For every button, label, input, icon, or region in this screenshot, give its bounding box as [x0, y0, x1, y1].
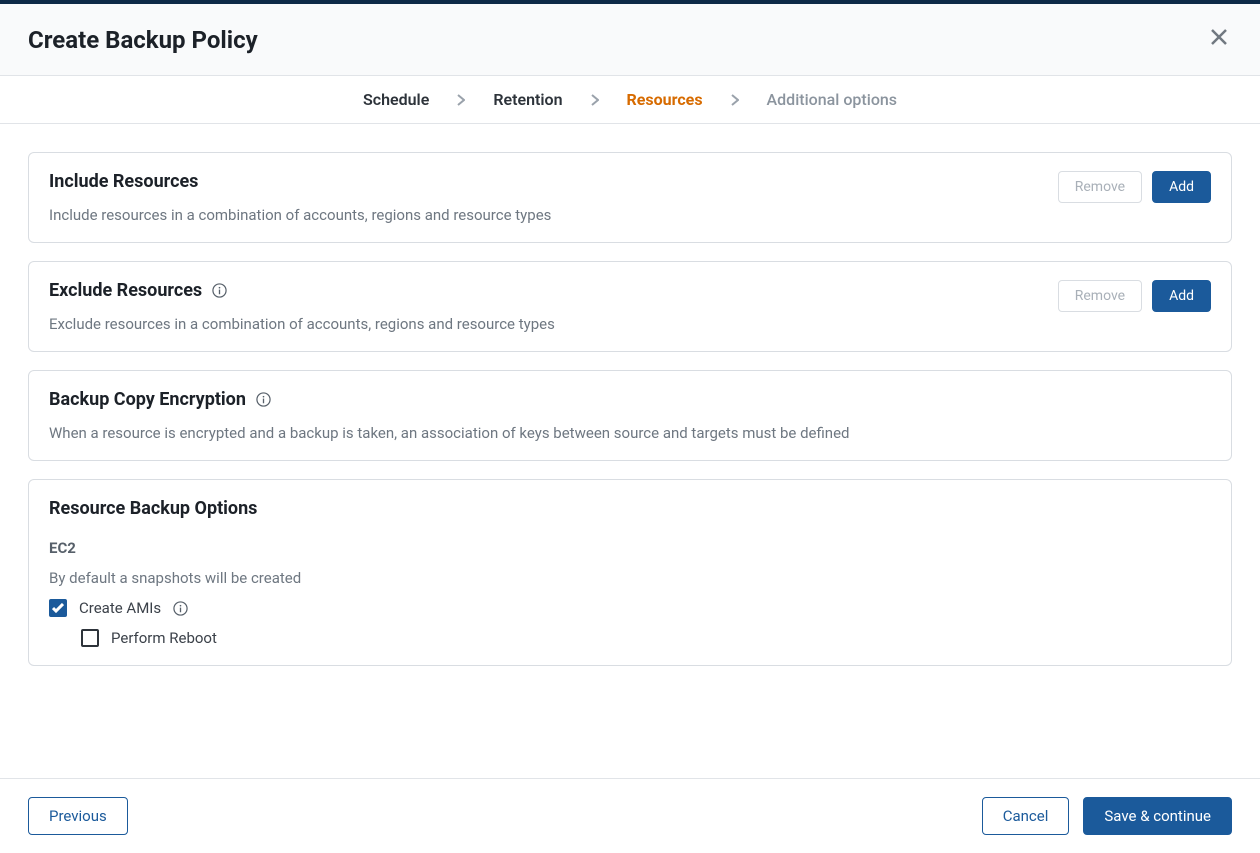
exclude-resources-subtitle: Exclude resources in a combination of ac… [49, 315, 555, 333]
include-resources-title: Include Resources [49, 171, 198, 192]
page-header: Create Backup Policy [0, 4, 1260, 76]
exclude-add-button[interactable]: Add [1152, 280, 1211, 312]
breadcrumb: Schedule Retention Resources Additional … [0, 76, 1260, 124]
chevron-right-icon [731, 94, 739, 106]
include-resources-subtitle: Include resources in a combination of ac… [49, 206, 551, 224]
perform-reboot-checkbox[interactable] [81, 629, 99, 647]
create-amis-label: Create AMIs [79, 599, 161, 617]
include-remove-button[interactable]: Remove [1058, 171, 1142, 203]
footer: Previous Cancel Save & continue [0, 778, 1260, 853]
page-title: Create Backup Policy [28, 26, 258, 54]
content-area: Include Resources Include resources in a… [0, 124, 1260, 666]
exclude-remove-button[interactable]: Remove [1058, 280, 1142, 312]
chevron-right-icon [591, 94, 599, 106]
breadcrumb-resources[interactable]: Resources [627, 90, 703, 109]
ec2-subtitle: By default a snapshots will be created [49, 569, 1211, 587]
close-icon[interactable] [1206, 24, 1232, 55]
encryption-card: Backup Copy Encryption When a resource i… [28, 370, 1232, 461]
create-amis-checkbox[interactable] [49, 599, 67, 617]
info-icon[interactable] [256, 392, 271, 407]
previous-button[interactable]: Previous [28, 797, 128, 835]
backup-options-title: Resource Backup Options [49, 498, 1211, 519]
breadcrumb-additional[interactable]: Additional options [767, 90, 897, 109]
info-icon[interactable] [212, 283, 227, 298]
include-resources-card: Include Resources Include resources in a… [28, 152, 1232, 243]
encryption-title: Backup Copy Encryption [49, 389, 246, 410]
exclude-resources-card: Exclude Resources Exclude resources in a… [28, 261, 1232, 352]
info-icon[interactable] [173, 601, 188, 616]
breadcrumb-retention[interactable]: Retention [493, 90, 562, 109]
chevron-right-icon [457, 94, 465, 106]
breadcrumb-schedule[interactable]: Schedule [363, 90, 429, 109]
exclude-resources-title: Exclude Resources [49, 280, 202, 301]
include-add-button[interactable]: Add [1152, 171, 1211, 203]
cancel-button[interactable]: Cancel [982, 797, 1070, 835]
ec2-heading: EC2 [49, 539, 1211, 557]
save-continue-button[interactable]: Save & continue [1083, 797, 1232, 835]
backup-options-card: Resource Backup Options EC2 By default a… [28, 479, 1232, 666]
encryption-subtitle: When a resource is encrypted and a backu… [49, 424, 1211, 442]
perform-reboot-label: Perform Reboot [111, 629, 217, 647]
